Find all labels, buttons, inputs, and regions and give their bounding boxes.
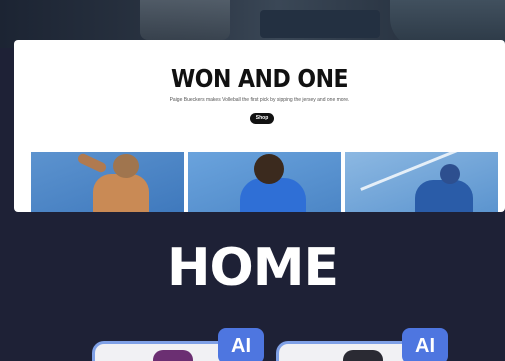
athlete-figure xyxy=(415,180,473,212)
product-image-tile[interactable] xyxy=(188,152,341,212)
product-image xyxy=(153,350,193,361)
athlete-figure xyxy=(93,174,149,212)
hero-photo-detail xyxy=(140,0,230,40)
athlete-figure xyxy=(113,154,139,178)
athlete-figure xyxy=(254,154,284,184)
promo-card: WON AND ONE Paige Bueckers makes Volleba… xyxy=(14,40,505,212)
ai-card[interactable] xyxy=(276,341,416,361)
ai-badge: AI xyxy=(402,328,448,361)
product-image-tile[interactable] xyxy=(31,152,184,212)
product-image-tile[interactable] xyxy=(345,152,498,212)
athlete-figure xyxy=(440,164,460,184)
promo-subtitle: Paige Bueckers makes Volleball the first… xyxy=(169,97,350,103)
home-heading: HOME xyxy=(167,238,339,298)
ai-card[interactable] xyxy=(92,341,232,361)
hero-photo-detail xyxy=(260,10,380,38)
shop-button[interactable]: Shop xyxy=(250,113,274,124)
product-image xyxy=(343,350,383,361)
ai-badge: AI xyxy=(218,328,264,361)
athlete-figure xyxy=(76,152,108,174)
promo-title: WON AND ONE xyxy=(170,65,349,94)
